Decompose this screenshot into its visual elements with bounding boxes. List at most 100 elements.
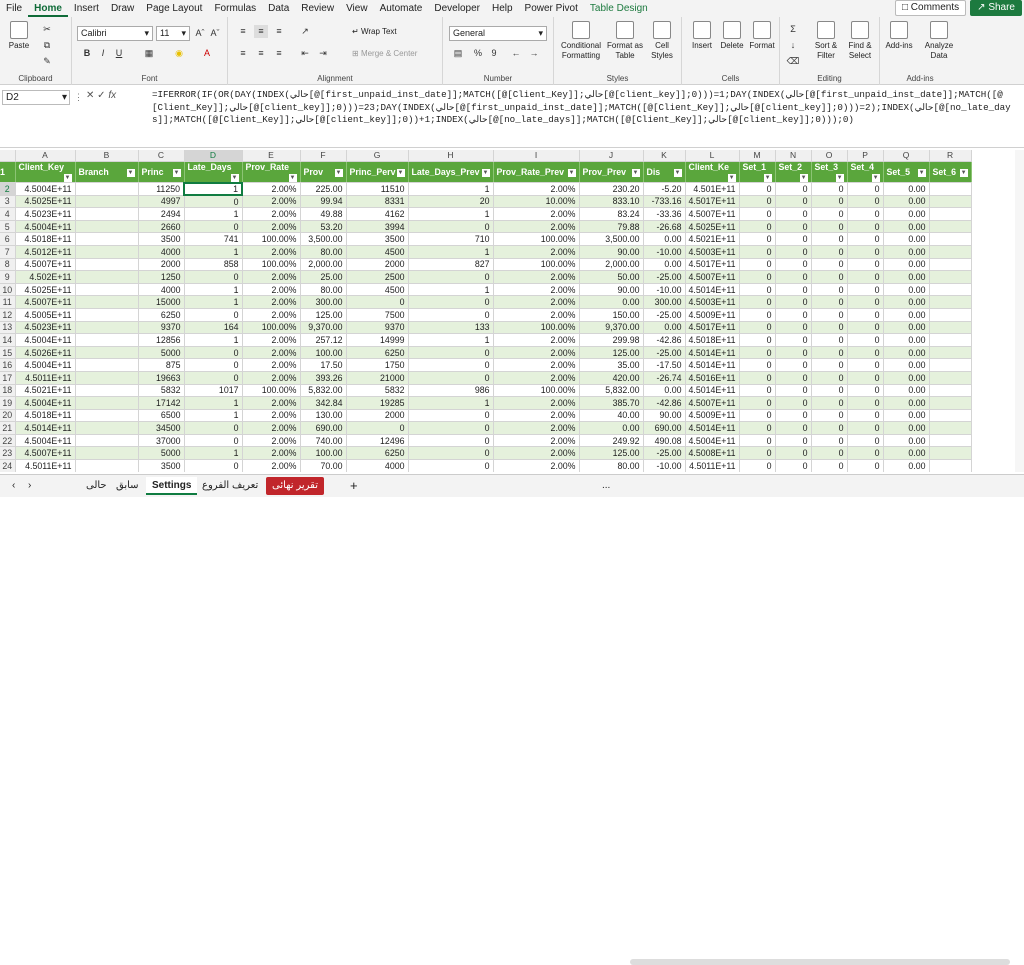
cell[interactable] bbox=[75, 232, 139, 246]
cell[interactable]: 0 bbox=[408, 308, 494, 322]
cell[interactable]: 4.5025E+11 bbox=[685, 220, 740, 234]
filter-dropdown-icon[interactable]: ▼ bbox=[567, 168, 576, 177]
align-middle-icon[interactable]: ≡ bbox=[254, 25, 268, 38]
filter-dropdown-icon[interactable]: ▼ bbox=[172, 168, 181, 177]
cell[interactable]: 0 bbox=[739, 321, 776, 335]
cell[interactable]: 0 bbox=[775, 421, 812, 435]
filter-dropdown-icon[interactable]: ▼ bbox=[396, 168, 405, 177]
autosum-icon[interactable]: Σ bbox=[786, 23, 800, 36]
cell[interactable]: -42.86 bbox=[643, 396, 686, 410]
cell[interactable]: 0.00 bbox=[883, 220, 930, 234]
cell[interactable]: 2,000.00 bbox=[300, 258, 347, 272]
cell[interactable]: 0 bbox=[775, 295, 812, 309]
format-painter-icon[interactable]: ✎ bbox=[40, 55, 54, 68]
cell[interactable]: 12496 bbox=[346, 434, 409, 448]
cell[interactable]: 4.5007E+11 bbox=[685, 396, 740, 410]
cell[interactable]: 0 bbox=[811, 409, 848, 423]
row-header[interactable]: 10 bbox=[0, 283, 16, 297]
cell[interactable]: 0.00 bbox=[883, 321, 930, 335]
column-header-G[interactable]: G bbox=[346, 150, 409, 162]
cell[interactable]: 0 bbox=[184, 459, 243, 472]
cell[interactable]: 4.5011E+11 bbox=[15, 459, 76, 472]
cell[interactable]: 420.00 bbox=[579, 371, 644, 385]
table-header-cell[interactable]: Client_Key ▼ bbox=[15, 161, 76, 183]
cell[interactable]: 4.5017E+11 bbox=[685, 321, 740, 335]
indent-decrease-icon[interactable]: ⇤ bbox=[298, 47, 312, 60]
column-header-C[interactable]: C bbox=[138, 150, 185, 162]
cell[interactable]: 0 bbox=[811, 232, 848, 246]
cell[interactable]: 2.00% bbox=[242, 270, 301, 284]
filter-dropdown-icon[interactable]: ▼ bbox=[673, 168, 682, 177]
cell[interactable]: 0 bbox=[811, 220, 848, 234]
cell[interactable]: 4162 bbox=[346, 207, 409, 221]
cell[interactable]: 80.00 bbox=[579, 459, 644, 472]
cell[interactable]: 0 bbox=[739, 421, 776, 435]
cell[interactable]: 0 bbox=[739, 396, 776, 410]
number-format-select[interactable]: General ▾ bbox=[449, 26, 547, 41]
cell[interactable]: 0 bbox=[739, 358, 776, 372]
cell[interactable]: 0 bbox=[739, 207, 776, 221]
cell[interactable]: 0 bbox=[847, 321, 884, 335]
borders-icon[interactable]: ▦ bbox=[142, 47, 156, 60]
cell[interactable]: 2.00% bbox=[493, 182, 580, 196]
cell[interactable]: 4.5004E+11 bbox=[15, 220, 76, 234]
cell[interactable]: 2.00% bbox=[493, 207, 580, 221]
cell[interactable]: 0 bbox=[184, 434, 243, 448]
filter-dropdown-icon[interactable]: ▼ bbox=[126, 168, 135, 177]
cell[interactable]: 2.00% bbox=[493, 421, 580, 435]
cell[interactable]: 4.501E+11 bbox=[685, 182, 740, 196]
row-header[interactable]: 6 bbox=[0, 232, 16, 246]
cell[interactable]: 2.00% bbox=[242, 182, 301, 196]
cell[interactable]: 0 bbox=[811, 358, 848, 372]
table-header-cell[interactable]: Set_6 ▼ bbox=[929, 161, 972, 183]
cell[interactable]: 2.00% bbox=[242, 220, 301, 234]
menu-tab-table-design[interactable]: Table Design bbox=[584, 0, 654, 17]
menu-tab-insert[interactable]: Insert bbox=[68, 0, 105, 17]
cell[interactable] bbox=[929, 459, 972, 472]
cell[interactable]: 2.00% bbox=[242, 295, 301, 309]
cell[interactable]: 2.00% bbox=[493, 346, 580, 360]
cell[interactable]: 0 bbox=[775, 358, 812, 372]
cell[interactable]: 2.00% bbox=[493, 409, 580, 423]
cell[interactable] bbox=[75, 346, 139, 360]
find-select-button[interactable]: Find & Select bbox=[844, 21, 876, 61]
copy-icon[interactable]: ⧉ bbox=[40, 39, 54, 52]
cell[interactable] bbox=[75, 220, 139, 234]
cell[interactable]: 2.00% bbox=[242, 459, 301, 472]
paste-button[interactable]: Paste bbox=[6, 21, 32, 51]
column-header-I[interactable]: I bbox=[493, 150, 580, 162]
cell[interactable]: 4.5021E+11 bbox=[15, 384, 76, 398]
cell[interactable]: -33.36 bbox=[643, 207, 686, 221]
table-header-cell[interactable]: Prov ▼ bbox=[300, 161, 347, 183]
cell[interactable]: 0 bbox=[184, 195, 243, 209]
worksheet-grid[interactable]: A B C D E F G H I J K L M N O P Q R 1 Client_Key ▼ Branch ▼ Pri… bbox=[0, 150, 1024, 472]
cell[interactable]: 0 bbox=[775, 371, 812, 385]
cell[interactable]: 342.84 bbox=[300, 396, 347, 410]
cell[interactable]: -25.00 bbox=[643, 346, 686, 360]
cell[interactable]: 2.00% bbox=[493, 358, 580, 372]
formula-input[interactable]: =IFERROR(IF(OR(DAY(INDEX(حالي[@[first_un… bbox=[152, 89, 1012, 127]
cell[interactable] bbox=[929, 195, 972, 209]
cell[interactable]: 1 bbox=[184, 333, 243, 347]
cell[interactable]: 0 bbox=[847, 446, 884, 461]
cell[interactable]: 4.5018E+11 bbox=[15, 409, 76, 423]
cell[interactable]: 0 bbox=[811, 384, 848, 398]
cell[interactable]: 3994 bbox=[346, 220, 409, 234]
table-header-cell[interactable]: Set_4 ▼ bbox=[847, 161, 884, 183]
cell[interactable]: 0.00 bbox=[883, 232, 930, 246]
cell[interactable]: 0 bbox=[847, 245, 884, 259]
fill-icon[interactable]: ↓ bbox=[786, 39, 800, 52]
cell[interactable]: 0 bbox=[184, 358, 243, 372]
cell[interactable]: 4.5014E+11 bbox=[685, 384, 740, 398]
cell[interactable]: 2.00% bbox=[493, 245, 580, 259]
filter-dropdown-icon[interactable]: ▼ bbox=[334, 168, 343, 177]
cell[interactable]: 4.5004E+11 bbox=[15, 358, 76, 372]
name-box[interactable]: D2 ▾ bbox=[2, 90, 70, 105]
comma-button[interactable]: 9 bbox=[487, 47, 501, 60]
column-header-A[interactable]: A bbox=[15, 150, 76, 162]
sheet-tab-final-report[interactable]: تقرير نهائى bbox=[266, 477, 324, 495]
cell[interactable]: 1 bbox=[184, 283, 243, 297]
filter-dropdown-icon[interactable]: ▼ bbox=[481, 168, 490, 177]
cell[interactable] bbox=[75, 434, 139, 448]
cell[interactable] bbox=[75, 384, 139, 398]
